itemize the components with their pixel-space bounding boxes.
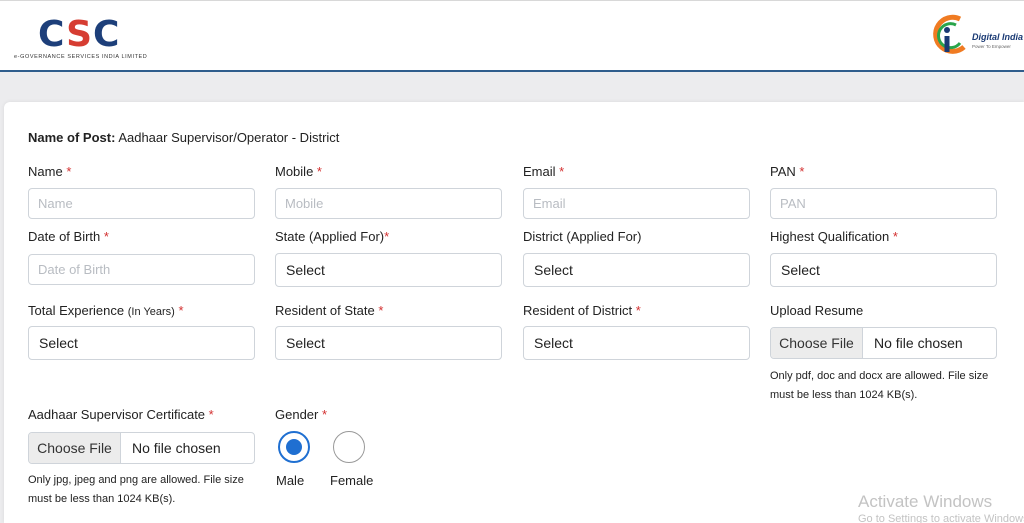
gender-label: Gender * <box>275 407 328 422</box>
mobile-label: Mobile * <box>275 164 322 179</box>
digital-india-emblem-icon <box>933 14 966 54</box>
certificate-file-status: No file chosen <box>132 440 221 456</box>
resident-district-select[interactable]: Select <box>523 326 750 360</box>
dob-input[interactable]: Date of Birth <box>28 254 255 285</box>
gender-male-label[interactable]: Male <box>276 473 304 488</box>
district-applied-select[interactable]: Select <box>523 253 750 287</box>
digital-india-title: Digital India <box>972 32 1024 42</box>
experience-select[interactable]: Select <box>28 326 255 360</box>
post-name: Name of Post: Aadhaar Supervisor/Operato… <box>28 130 339 145</box>
email-label: Email * <box>523 164 565 179</box>
name-input[interactable]: Name <box>28 188 255 219</box>
gender-male-radio[interactable] <box>278 431 310 463</box>
resident-state-select[interactable]: Select <box>275 326 502 360</box>
resume-file-input[interactable]: Choose File No file chosen <box>770 327 997 359</box>
state-applied-select[interactable]: Select <box>275 253 502 287</box>
upload-resume-label: Upload Resume <box>770 303 864 318</box>
post-name-label: Name of Post: <box>28 130 116 145</box>
district-applied-label: District (Applied For) <box>523 229 642 244</box>
pan-label: PAN * <box>770 164 805 179</box>
name-label: Name * <box>28 164 72 179</box>
digital-india-tagline: Power To Empower <box>972 44 1011 49</box>
activate-windows-watermark-subtitle: Go to Settings to activate Windows. <box>858 513 1024 523</box>
gender-female-radio[interactable] <box>333 431 365 463</box>
csc-logo-mark: CSC <box>38 14 121 55</box>
digital-india-logo[interactable]: Digital India Power To Empower <box>930 13 1024 63</box>
csc-logo-subtitle: e-GOVERNANCE SERVICES INDIA LIMITED <box>14 54 148 60</box>
experience-label: Total Experience (In Years) * <box>28 303 184 318</box>
certificate-label: Aadhaar Supervisor Certificate * <box>28 407 214 422</box>
resume-file-note: Only pdf, doc and docx are allowed. File… <box>770 370 989 401</box>
dob-label: Date of Birth * <box>28 229 109 244</box>
csc-logo[interactable]: CSC e-GOVERNANCE SERVICES INDIA LIMITED <box>14 14 147 63</box>
certificate-choose-file-button[interactable]: Choose File <box>29 433 121 463</box>
certificate-file-note: Only jpg, jpeg and png are allowed. File… <box>28 474 244 505</box>
state-applied-label: State (Applied For)* <box>275 229 390 244</box>
certificate-file-input[interactable]: Choose File No file chosen <box>28 432 255 464</box>
mobile-input[interactable]: Mobile <box>275 188 502 219</box>
qualification-label: Highest Qualification * <box>770 229 898 244</box>
resident-district-label: Resident of District * <box>523 303 641 318</box>
resume-choose-file-button[interactable]: Choose File <box>771 328 863 358</box>
resume-file-status: No file chosen <box>874 335 963 351</box>
email-input[interactable]: Email <box>523 188 750 219</box>
post-name-value: Aadhaar Supervisor/Operator - District <box>118 130 340 145</box>
gender-female-label[interactable]: Female <box>330 473 373 488</box>
pan-input[interactable]: PAN <box>770 188 997 219</box>
qualification-select[interactable]: Select <box>770 253 997 287</box>
resident-state-label: Resident of State * <box>275 303 384 318</box>
activate-windows-watermark: Activate Windows <box>858 492 993 511</box>
site-header: CSC e-GOVERNANCE SERVICES INDIA LIMITED … <box>0 0 1024 72</box>
